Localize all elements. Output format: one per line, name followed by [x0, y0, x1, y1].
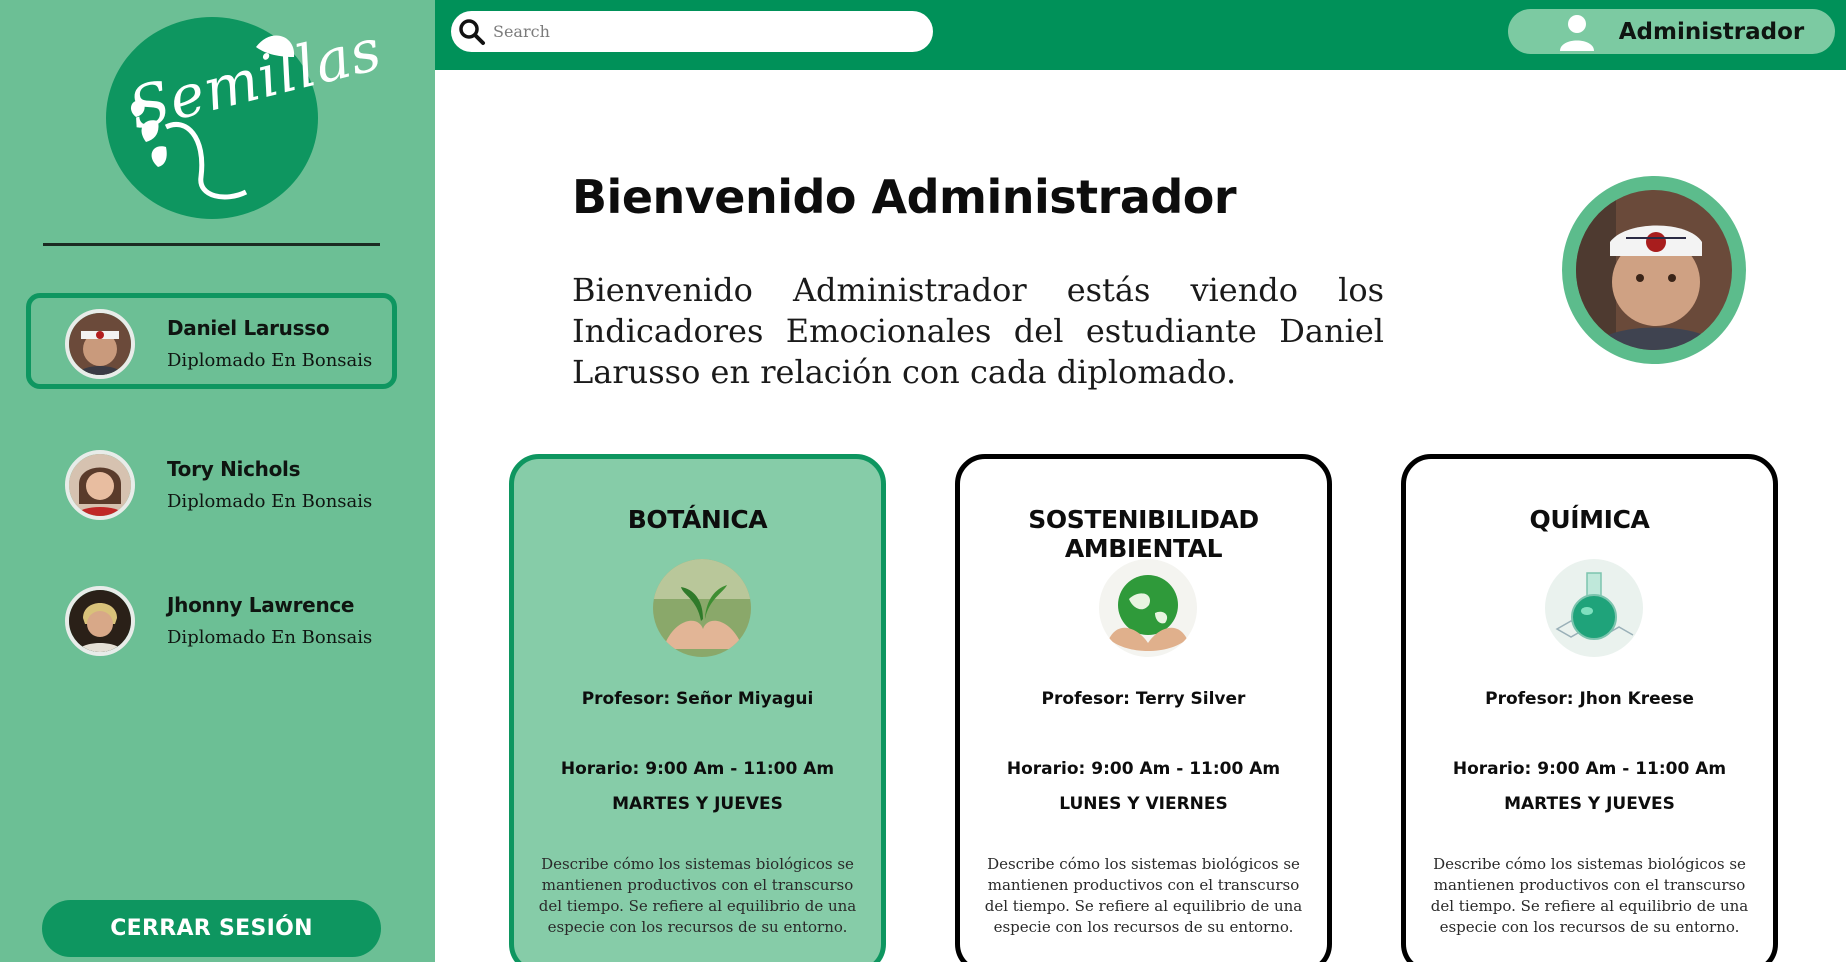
topbar: Administrador [435, 0, 1846, 70]
user-menu[interactable]: Administrador [1508, 9, 1835, 54]
sidebar-divider [43, 243, 380, 246]
course-days: LUNES Y VIERNES [1059, 794, 1228, 814]
course-card-quimica[interactable]: QUÍMICA Profesor: Jhon Kreese Horario: 9… [1401, 454, 1778, 962]
student-name: Tory Nichols [167, 457, 301, 481]
user-name: Administrador [1618, 18, 1805, 45]
logout-button[interactable]: CERRAR SESIÓN [42, 900, 381, 957]
student-item-tory-nichols[interactable]: Tory Nichols Diplomado En Bonsais [26, 434, 397, 530]
student-avatar [65, 450, 135, 520]
student-item-daniel-larusso[interactable]: Daniel Larusso Diplomado En Bonsais [26, 293, 397, 389]
student-name: Jhonny Lawrence [167, 593, 355, 617]
course-title: SOSTENIBILIDAD AMBIENTAL [1028, 505, 1259, 563]
search-bar[interactable] [451, 11, 933, 52]
course-schedule: Horario: 9:00 Am - 11:00 Am [1452, 759, 1727, 779]
course-description: Describe cómo los sistemas biológicos se… [1430, 855, 1749, 936]
selected-student-avatar [1562, 176, 1746, 364]
student-course: Diplomado En Bonsais [167, 350, 373, 371]
course-description: Describe cómo los sistemas biológicos se… [984, 855, 1303, 936]
course-description: Describe cómo los sistemas biológicos se… [538, 855, 857, 936]
semillas-logo[interactable]: Semillas [106, 15, 388, 219]
search-icon [459, 19, 485, 45]
course-schedule: Horario: 9:00 Am - 11:00 Am [1006, 759, 1281, 779]
course-professor: Profesor: Jhon Kreese [1485, 689, 1694, 709]
sidebar: Semillas Daniel Larusso Diplomado En Bon… [0, 0, 435, 962]
course-professor: Profesor: Señor Miyagui [581, 689, 814, 709]
course-card-sostenibilidad[interactable]: SOSTENIBILIDAD AMBIENTAL Profesor: Terry… [955, 454, 1332, 962]
search-input[interactable] [493, 17, 913, 45]
chemistry-flask-image [1545, 559, 1643, 657]
student-course: Diplomado En Bonsais [167, 491, 373, 512]
course-days: MARTES Y JUEVES [1504, 794, 1675, 814]
course-title: QUÍMICA [1529, 505, 1650, 534]
plant-hands-image [653, 559, 751, 657]
student-avatar [65, 586, 135, 656]
course-schedule: Horario: 9:00 Am - 11:00 Am [560, 759, 835, 779]
course-days: MARTES Y JUEVES [612, 794, 783, 814]
course-professor: Profesor: Terry Silver [1041, 689, 1246, 709]
student-item-jhonny-lawrence[interactable]: Jhonny Lawrence Diplomado En Bonsais [26, 570, 397, 666]
page-title: Bienvenido Administrador [572, 170, 1237, 224]
course-card-botanica[interactable]: BOTÁNICA Profesor: Señor Miyagui Horario… [509, 454, 886, 962]
student-name: Daniel Larusso [167, 316, 330, 340]
green-globe-image [1099, 559, 1197, 657]
course-title: BOTÁNICA [627, 505, 768, 534]
student-avatar [65, 309, 135, 379]
intro-text: Bienvenido Administrador estás viendo lo… [572, 271, 1384, 391]
student-course: Diplomado En Bonsais [167, 627, 373, 648]
